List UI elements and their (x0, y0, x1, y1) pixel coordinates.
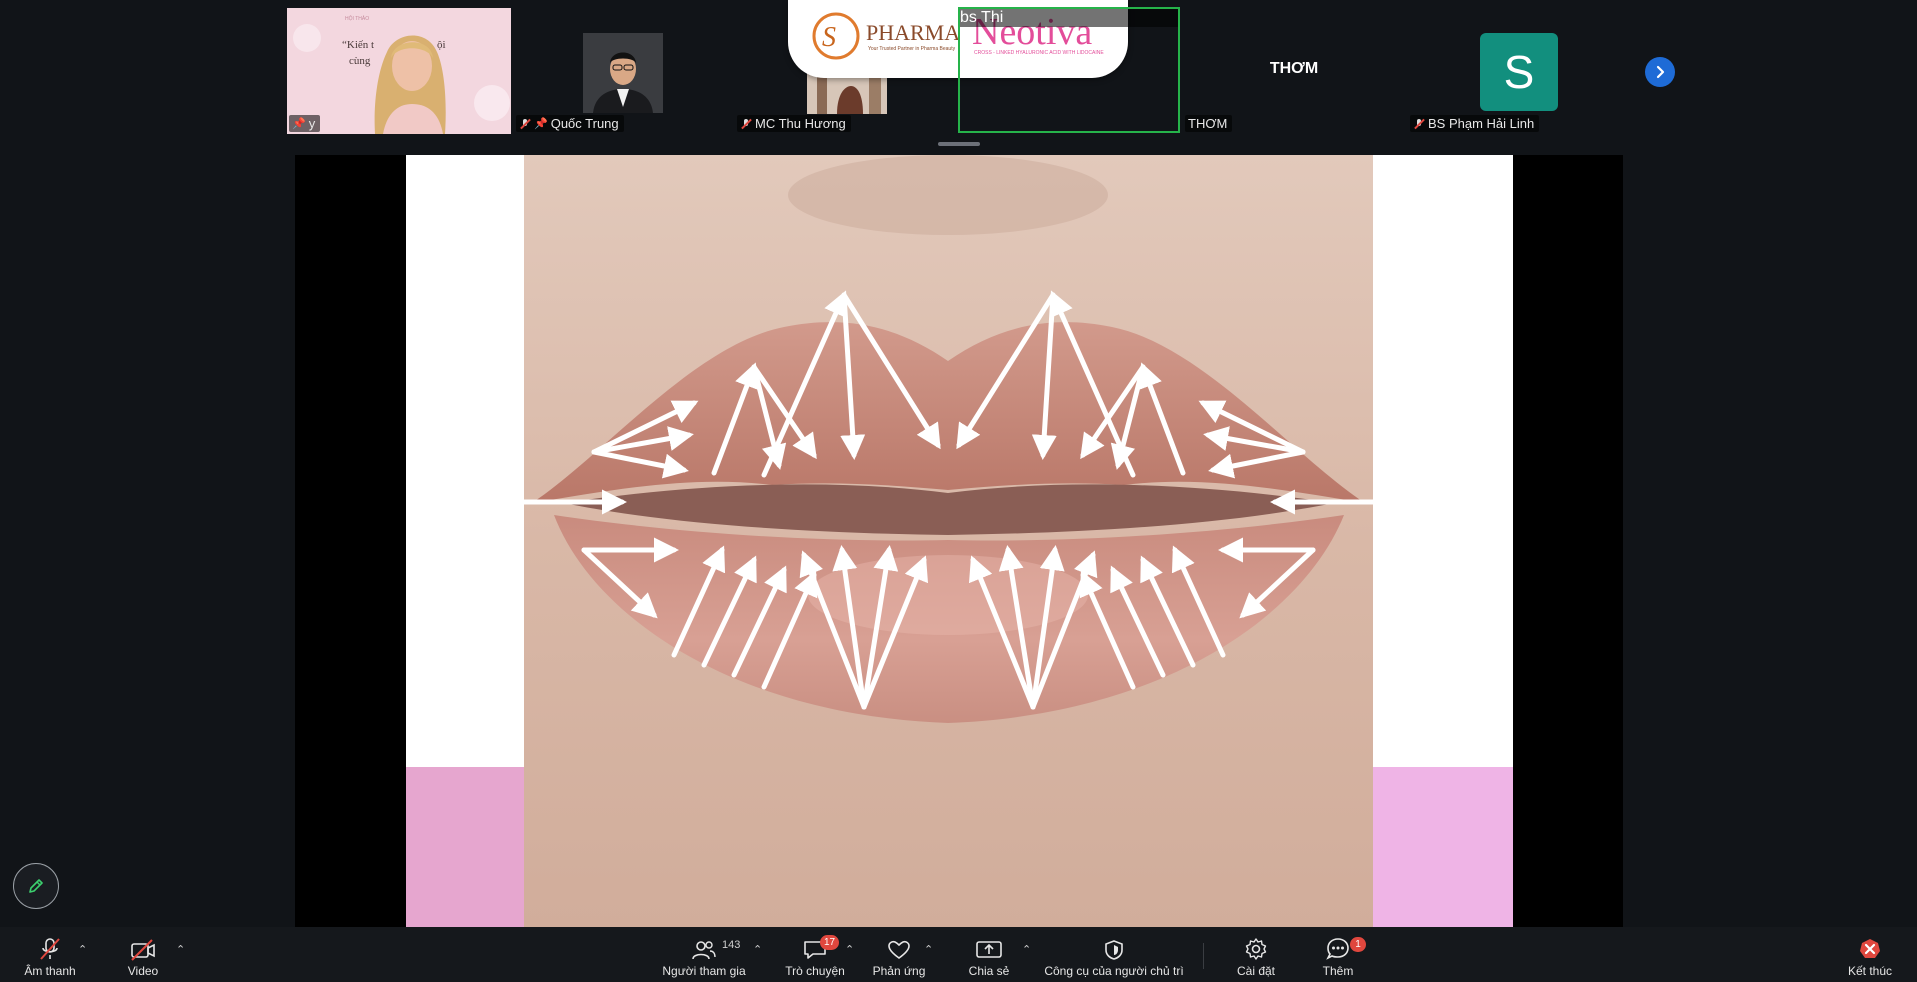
participant-strip: HỘI THẢO “Kiến t ội cùng 📌 y 📌 Quốc Trun… (0, 0, 1917, 140)
participant-tile-bs-thi[interactable]: bs Thi (958, 7, 1180, 133)
more-icon (1326, 938, 1349, 960)
chat-options-caret[interactable]: ⌃ (845, 943, 854, 956)
pin-icon: 📌 (534, 118, 548, 130)
participant-name-quoc-trung: 📌 Quốc Trung (516, 115, 624, 132)
share-screen-icon (976, 941, 1002, 958)
pin-icon: 📌 (292, 118, 306, 130)
end-call-icon (1860, 939, 1880, 958)
participant-name-bs-pham-hai-linh: BS Phạm Hải Linh (1410, 115, 1540, 132)
chat-unread-badge: 17 (820, 935, 840, 950)
end-meeting-button[interactable]: Kết thúc (1842, 927, 1898, 982)
shield-icon (1105, 940, 1123, 960)
slide-pink-block-right (1373, 767, 1513, 927)
participant-tile-y[interactable]: HỘI THẢO “Kiến t ội cùng 📌 y (287, 8, 511, 134)
participant-tile-quoc-trung[interactable]: 📌 Quốc Trung (514, 8, 732, 134)
next-participants-button[interactable] (1645, 57, 1675, 87)
video-button[interactable]: Video (116, 927, 170, 982)
toolbar-divider (1203, 943, 1204, 969)
svg-text:ội: ội (437, 39, 446, 51)
video-options-caret[interactable]: ⌃ (176, 943, 185, 956)
svg-text:S: S (822, 22, 836, 53)
settings-button[interactable]: Cài đặt (1226, 927, 1286, 982)
audio-button[interactable]: Âm thanh (18, 927, 82, 982)
shared-slide (406, 155, 1513, 927)
participants-options-caret[interactable]: ⌃ (753, 943, 762, 956)
reactions-options-caret[interactable]: ⌃ (924, 943, 933, 956)
annotate-button[interactable] (13, 863, 59, 909)
participant-tile-thom[interactable]: THƠM THƠM (1183, 8, 1405, 134)
participants-count: 143 (722, 939, 741, 951)
gear-icon (1245, 938, 1267, 960)
meeting-toolbar: Âm thanh ⌃ Video ⌃ Người tham gia 143 ⌃ … (0, 927, 1917, 982)
mic-muted-icon (1413, 118, 1425, 130)
avatar: S (1480, 33, 1558, 111)
more-badge: 1 (1350, 937, 1366, 952)
more-button[interactable]: Thêm (1308, 927, 1368, 982)
video-off-icon (131, 939, 155, 961)
participant-name-thom: THƠM (1185, 115, 1233, 132)
host-tools-button[interactable]: Công cụ của người chủ trì (1044, 927, 1184, 982)
resize-handle[interactable] (938, 142, 980, 146)
svg-text:“Kiến t: “Kiến t (342, 39, 374, 51)
audio-options-caret[interactable]: ⌃ (78, 943, 87, 956)
chat-button[interactable]: Trò chuyện (780, 927, 850, 982)
participant-display-name: THƠM (1269, 60, 1319, 77)
participant-video-quoc-trung (583, 33, 663, 113)
reaction-heart-icon (888, 940, 910, 959)
mic-muted-icon (740, 118, 752, 130)
pharma-logo-icon: S (812, 12, 860, 60)
svg-text:HỘI THẢO: HỘI THẢO (345, 15, 369, 22)
reactions-button[interactable]: Phản ứng (868, 927, 930, 982)
participant-name-y: 📌 y (289, 115, 321, 132)
chevron-right-icon (1656, 65, 1665, 79)
mic-muted-icon (40, 938, 60, 960)
svg-text:Your Trusted Partner in Pharma: Your Trusted Partner in Pharma Beauty (868, 46, 956, 52)
participants-icon (692, 941, 716, 960)
participant-name-bs-thi: bs Thi (960, 9, 1178, 27)
mic-muted-icon (519, 118, 531, 130)
participant-video-y: HỘI THẢO “Kiến t ội cùng (287, 8, 511, 134)
svg-text:PHARMA: PHARMA (866, 20, 960, 45)
lip-injection-diagram (524, 155, 1373, 927)
share-button[interactable]: Chia sẻ (960, 927, 1018, 982)
slide-pink-block-left (406, 767, 524, 927)
svg-text:cùng: cùng (349, 55, 371, 67)
share-options-caret[interactable]: ⌃ (1022, 943, 1031, 956)
pencil-icon (29, 879, 43, 893)
participant-name-mc-thu-huong: MC Thu Hương (737, 115, 851, 132)
participants-button[interactable]: Người tham gia (660, 927, 748, 982)
